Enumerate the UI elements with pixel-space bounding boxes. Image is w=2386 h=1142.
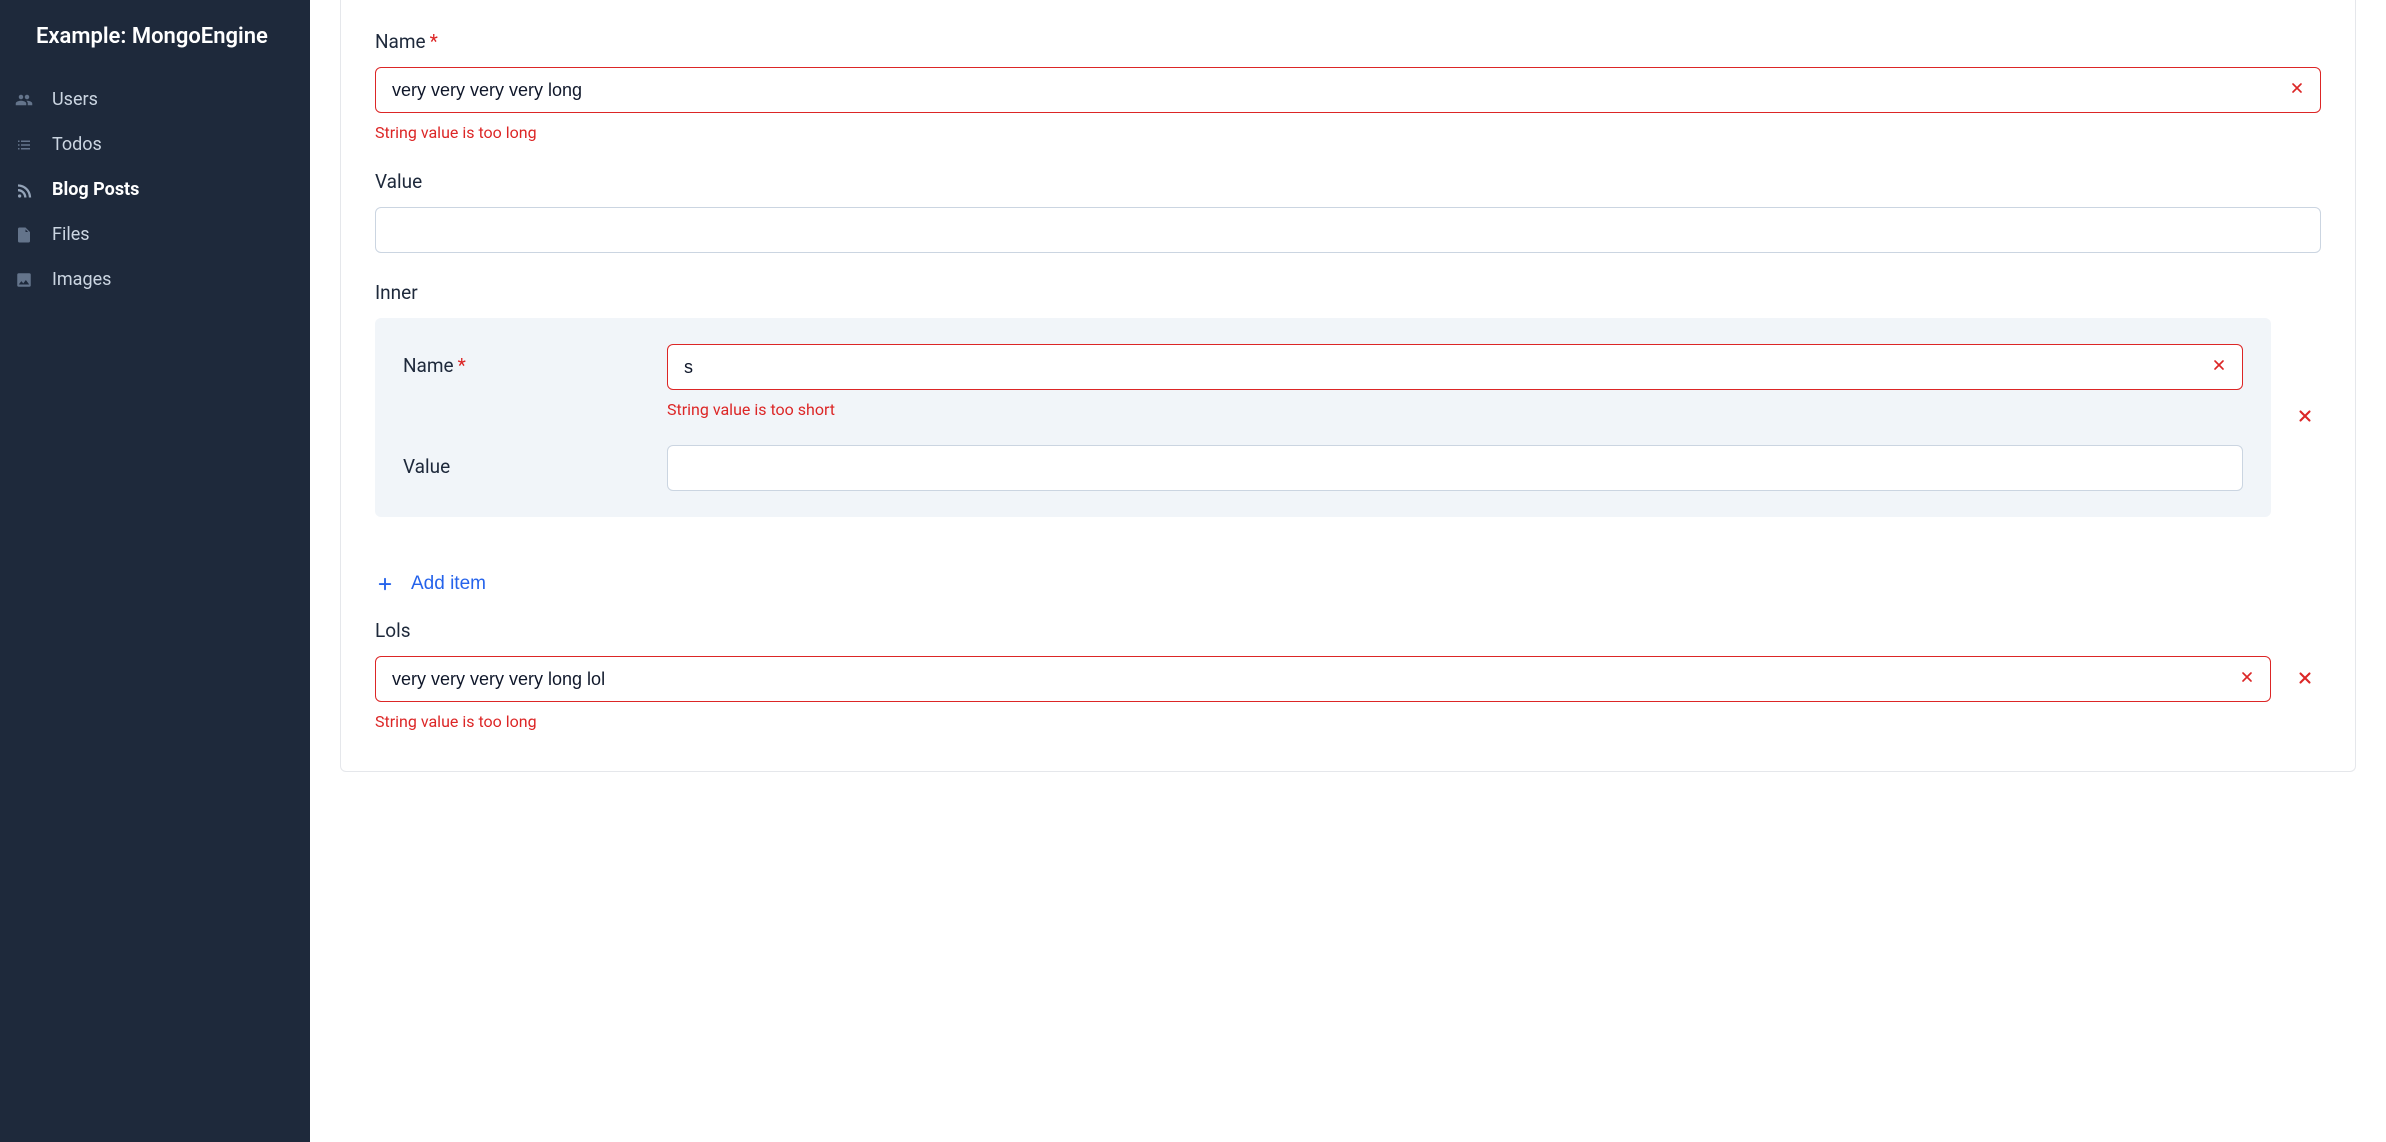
name-input[interactable]	[375, 67, 2321, 113]
field-name: Name* String value is too long	[375, 30, 2321, 142]
clear-lols-button[interactable]	[2233, 665, 2261, 693]
inner-panel-row: Name* String value i	[375, 318, 2321, 517]
label-text: Name	[403, 354, 454, 377]
inner-name-error: String value is too short	[667, 400, 2243, 419]
inner-panel: Name* String value i	[375, 318, 2271, 517]
close-icon	[2211, 356, 2227, 379]
inner-value-control	[667, 445, 2243, 491]
name-input-wrap	[375, 67, 2321, 113]
field-value: Value	[375, 170, 2321, 253]
form-card: Name* String value is too long Value Inn…	[340, 0, 2356, 772]
label-text: Name	[375, 30, 426, 53]
delete-lols-button[interactable]	[2289, 663, 2321, 695]
required-asterisk: *	[458, 354, 466, 377]
close-icon	[2296, 407, 2314, 428]
sidebar-item-label: Todos	[52, 134, 102, 155]
sidebar-item-label: Users	[52, 89, 98, 110]
sidebar-item-label: Files	[52, 224, 90, 245]
users-icon	[14, 90, 34, 110]
sidebar: Example: MongoEngine Users Todos Blog Po…	[0, 0, 310, 1142]
add-item-label: Add item	[411, 573, 486, 595]
sidebar-item-blog-posts[interactable]: Blog Posts	[0, 167, 310, 212]
lols-row	[375, 656, 2321, 702]
sidebar-item-files[interactable]: Files	[0, 212, 310, 257]
inner-name-row: Name* String value i	[403, 344, 2243, 419]
main-content: Name* String value is too long Value Inn…	[310, 0, 2386, 1142]
field-inner: Inner Name*	[375, 281, 2321, 517]
add-item-button[interactable]: Add item	[375, 573, 486, 595]
sidebar-item-users[interactable]: Users	[0, 77, 310, 122]
sidebar-item-label: Images	[52, 269, 111, 290]
app-title: Example: MongoEngine	[0, 10, 310, 77]
sidebar-item-label: Blog Posts	[52, 179, 139, 200]
list-icon	[14, 135, 34, 155]
inner-name-label: Name*	[403, 344, 643, 377]
inner-value-row: Value	[403, 445, 2243, 491]
nav-list: Users Todos Blog Posts Files Images	[0, 77, 310, 302]
inner-value-label: Value	[403, 445, 643, 478]
inner-value-input[interactable]	[667, 445, 2243, 491]
lols-error: String value is too long	[375, 712, 2321, 731]
sidebar-item-todos[interactable]: Todos	[0, 122, 310, 167]
rss-icon	[14, 180, 34, 200]
close-icon	[2296, 669, 2314, 690]
inner-label: Inner	[375, 281, 2321, 304]
close-icon	[2239, 668, 2255, 691]
inner-name-control: String value is too short	[667, 344, 2243, 419]
value-input-wrap	[375, 207, 2321, 253]
inner-name-input[interactable]	[667, 344, 2243, 390]
required-asterisk: *	[430, 30, 438, 53]
name-label: Name*	[375, 30, 2321, 53]
field-lols: Lols	[375, 619, 2321, 731]
value-label: Value	[375, 170, 2321, 193]
image-icon	[14, 270, 34, 290]
plus-icon	[375, 574, 395, 594]
lols-label: Lols	[375, 619, 2321, 642]
close-icon	[2289, 79, 2305, 102]
file-icon	[14, 225, 34, 245]
delete-inner-button[interactable]	[2289, 402, 2321, 434]
name-error: String value is too long	[375, 123, 2321, 142]
clear-inner-name-button[interactable]	[2205, 353, 2233, 381]
clear-name-button[interactable]	[2283, 76, 2311, 104]
sidebar-item-images[interactable]: Images	[0, 257, 310, 302]
lols-input[interactable]	[375, 656, 2271, 702]
value-input[interactable]	[375, 207, 2321, 253]
